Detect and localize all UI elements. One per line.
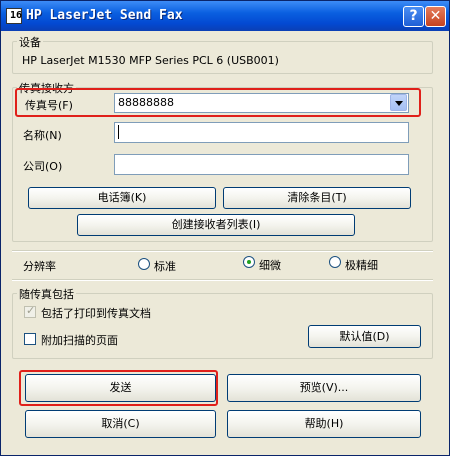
separator [12, 250, 433, 252]
send-fax-dialog: 16 HP LaserJet Send Fax ? ✕ 设备 HP LaserJ… [0, 0, 450, 456]
resolution-standard-label[interactable]: 标准 [154, 258, 176, 274]
window-title: HP LaserJet Send Fax [26, 8, 183, 23]
resolution-standard-radio[interactable] [138, 258, 150, 270]
preview-button[interactable]: 预览(V)... [227, 374, 421, 402]
scan-pages-label[interactable]: 附加扫描的页面 [41, 332, 118, 348]
include-printed-label: 包括了打印到传真文档 [41, 307, 151, 320]
cancel-button[interactable]: 取消(C) [25, 410, 216, 438]
fax-number-highlight [15, 88, 421, 117]
company-label: 公司(O) [23, 160, 63, 173]
fax-app-icon: 16 [6, 8, 22, 24]
clear-entries-button[interactable]: 清除条目(T) [223, 187, 411, 209]
resolution-fine-label[interactable]: 细微 [259, 257, 281, 273]
text-caret [118, 125, 119, 139]
device-legend: 设备 [17, 34, 43, 50]
defaults-button[interactable]: 默认值(D) [308, 325, 421, 348]
separator [12, 279, 433, 281]
phonebook-button[interactable]: 电话簿(K) [28, 187, 216, 209]
help-icon[interactable]: ? [403, 6, 424, 27]
close-icon[interactable]: ✕ [425, 6, 446, 27]
help-button[interactable]: 帮助(H) [227, 410, 421, 438]
include-printed-checkbox [24, 304, 36, 318]
company-input[interactable] [114, 154, 409, 175]
device-name: HP LaserJet M1530 MFP Series PCL 6 (USB0… [22, 54, 279, 67]
resolution-superfine-radio[interactable] [329, 256, 341, 268]
resolution-superfine-label[interactable]: 极精细 [345, 257, 378, 273]
create-recipient-list-button[interactable]: 创建接收者列表(I) [77, 214, 355, 236]
resolution-fine-radio[interactable] [243, 256, 255, 268]
name-label: 名称(N) [23, 129, 62, 142]
name-input[interactable] [114, 122, 409, 143]
send-button-highlight [19, 370, 218, 406]
resolution-label: 分辨率 [23, 260, 56, 273]
scan-pages-checkbox[interactable] [24, 333, 36, 345]
include-with-fax-legend: 随传真包括 [17, 286, 76, 302]
title-bar[interactable]: 16 HP LaserJet Send Fax ? ✕ [1, 1, 449, 31]
